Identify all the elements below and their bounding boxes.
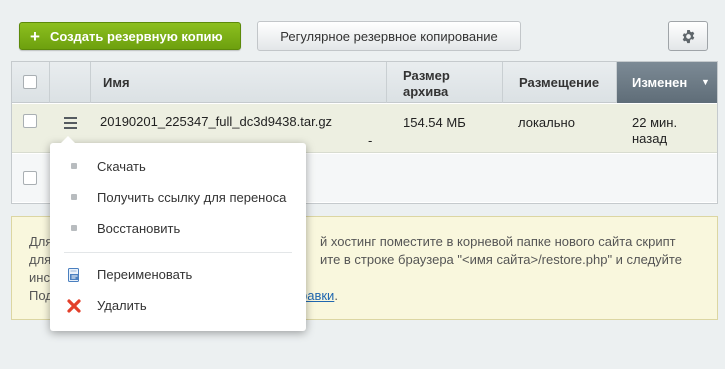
menu-item-delete[interactable]: Удалить	[50, 292, 306, 320]
menu-item-restore[interactable]: Восстановить	[50, 215, 306, 243]
menu-item-download[interactable]: Скачать	[50, 153, 306, 181]
info-line2-end: ите в строке браузера "<имя сайта>/resto…	[320, 252, 682, 267]
header-select-cell	[12, 62, 50, 103]
rename-icon	[68, 268, 79, 282]
column-header-changed[interactable]: Изменен ▼	[617, 62, 717, 103]
backup-dash: -	[368, 133, 373, 148]
backup-name: 20190201_225347_full_dc3d9438.tar.gz	[100, 114, 333, 129]
column-place-label: Размещение	[519, 75, 600, 90]
backup-changed: 22 мин. назад	[632, 115, 677, 147]
backup-changed-line1: 22 мин.	[632, 115, 678, 130]
bullet-icon	[71, 225, 77, 231]
regular-backup-label: Регулярное резервное копирование	[280, 28, 498, 44]
menu-item-label: Переименовать	[97, 267, 193, 282]
menu-item-label: Удалить	[97, 298, 147, 313]
menu-item-get-transfer-link[interactable]: Получить ссылку для переноса	[50, 184, 306, 212]
backup-size: 154.54 МБ	[403, 115, 466, 130]
toolbar: + Создать резервную копию Регулярное рез…	[0, 0, 725, 56]
bullet-icon	[71, 194, 77, 200]
regular-backup-button[interactable]: Регулярное резервное копирование	[257, 21, 521, 51]
table-header: Имя Размер архива Размещение Изменен ▼	[12, 62, 717, 103]
menu-item-rename[interactable]: Переименовать	[50, 261, 306, 289]
plus-icon: +	[30, 26, 40, 46]
column-size-label: Размер архива	[403, 68, 450, 100]
gear-icon	[682, 29, 694, 43]
create-backup-label: Создать резервную копию	[49, 28, 223, 44]
info-line4-period: .	[334, 288, 338, 303]
header-menu-cell	[50, 62, 91, 103]
delete-icon	[67, 299, 81, 313]
create-backup-button[interactable]: + Создать резервную копию	[19, 22, 241, 50]
column-name-label: Имя	[103, 75, 130, 90]
info-line1-end: й хостинг поместите в корневой папке нов…	[320, 234, 676, 249]
menu-item-label: Получить ссылку для переноса	[97, 190, 287, 205]
column-changed-label: Изменен	[632, 75, 688, 90]
column-header-place[interactable]: Размещение	[503, 62, 617, 103]
column-size-line2: архива	[403, 84, 449, 99]
backup-changed-line2: назад	[632, 131, 668, 146]
menu-item-label: Скачать	[97, 159, 146, 174]
menu-separator	[64, 252, 292, 253]
menu-item-label: Восстановить	[97, 221, 181, 236]
backup-place: локально	[518, 115, 575, 130]
info-line3-start: инс	[29, 270, 50, 285]
row-checkbox[interactable]	[23, 114, 37, 128]
column-header-name[interactable]: Имя	[91, 62, 387, 103]
column-header-size[interactable]: Размер архива	[387, 62, 503, 103]
bullet-icon	[71, 163, 77, 169]
info-line1-start: Для	[29, 234, 53, 249]
row-context-menu: Скачать Получить ссылку для переноса Вос…	[50, 136, 306, 331]
settings-button[interactable]	[668, 21, 708, 51]
backup-page: + Создать резервную копию Регулярное рез…	[0, 0, 725, 369]
select-all-checkbox[interactable]	[23, 75, 37, 89]
info-line2-start: для	[29, 252, 52, 267]
footer-checkbox[interactable]	[23, 171, 37, 185]
row-menu-icon[interactable]	[64, 117, 77, 129]
sort-desc-icon: ▼	[701, 77, 710, 87]
column-size-line1: Размер	[403, 68, 450, 83]
